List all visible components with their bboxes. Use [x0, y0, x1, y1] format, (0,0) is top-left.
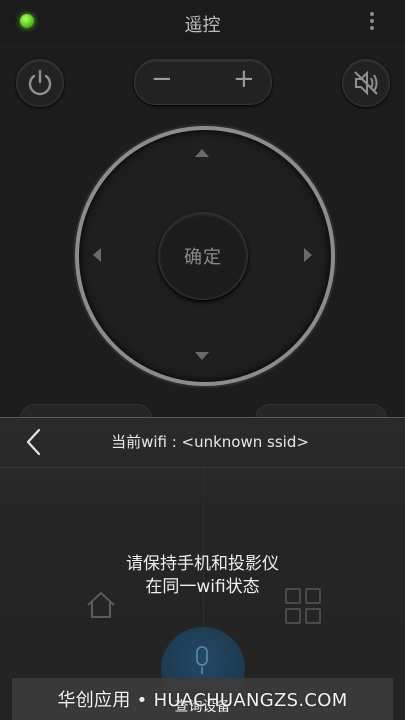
mic-icon — [196, 646, 208, 674]
mute-icon — [354, 70, 378, 96]
message-line-1: 请保持手机和投影仪 — [126, 554, 279, 574]
power-button[interactable] — [16, 59, 64, 107]
ok-label: 确定 — [184, 247, 222, 268]
wifi-header: 当前wifi : <unknown ssid> — [0, 417, 405, 467]
page-title: 遥控 — [184, 15, 221, 36]
arrow-left-icon[interactable] — [93, 248, 101, 262]
arrow-up-icon[interactable] — [195, 149, 209, 157]
message-line-2: 在同一wifi状态 — [145, 577, 260, 597]
volume-up-button[interactable]: + — [233, 64, 255, 94]
power-icon — [28, 69, 52, 96]
volume-down-button[interactable]: − — [151, 64, 173, 94]
wifi-message: 请保持手机和投影仪 在同一wifi状态 — [0, 553, 405, 599]
app-header: 遥控 — [0, 0, 405, 44]
arrow-right-icon[interactable] — [304, 248, 312, 262]
ok-button[interactable]: 确定 — [158, 212, 248, 300]
menu-icon[interactable] — [365, 9, 379, 35]
arrow-down-icon[interactable] — [195, 352, 209, 360]
mute-button[interactable] — [342, 59, 390, 107]
back-icon[interactable] — [22, 426, 48, 458]
volume-control: − + — [134, 59, 272, 105]
current-wifi-label: 当前wifi : <unknown ssid> — [111, 433, 309, 451]
watermark: 华创应用 • HUACHUANGZS.COM — [57, 690, 348, 711]
